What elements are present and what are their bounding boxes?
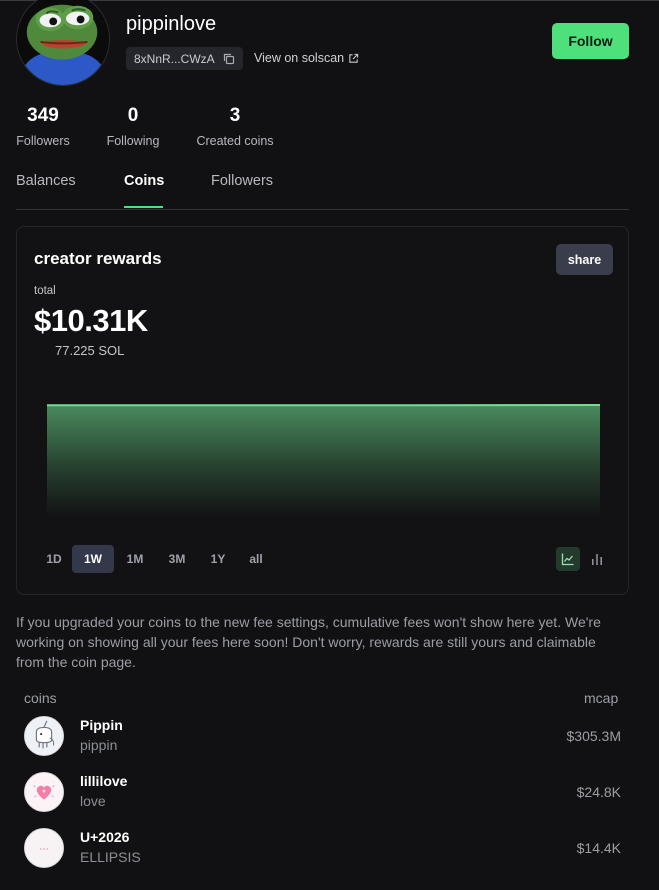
stat-following[interactable]: 0 Following [105, 105, 161, 148]
wallet-address-copy[interactable]: 8xNnR...CWzA [126, 47, 243, 70]
window-top-border [0, 0, 659, 1]
created-coins-label: Created coins [196, 134, 274, 148]
coin-mcap: $14.4K [576, 840, 621, 856]
range-1y-button[interactable]: 1Y [203, 545, 233, 573]
coin-row-pippin[interactable]: Pippin pippin $305.3M [16, 716, 629, 772]
coin-ticker: ELLIPSIS [80, 849, 141, 865]
line-chart-icon [561, 553, 574, 566]
bar-chart-icon [592, 554, 602, 565]
pippin-unicorn-icon [25, 717, 63, 755]
coin-avatar-pippin [24, 716, 64, 756]
external-link-icon [349, 53, 359, 63]
range-1d-button[interactable]: 1D [39, 545, 69, 573]
bar-chart-toggle[interactable] [585, 547, 609, 571]
wallet-address-text: 8xNnR...CWzA [134, 51, 215, 66]
line-chart-toggle[interactable] [556, 547, 580, 571]
coin-mcap: $305.3M [566, 728, 621, 744]
solscan-link-label: View on solscan [254, 51, 345, 65]
ellipsis-icon [25, 829, 63, 867]
profile-avatar [16, 0, 110, 86]
stat-followers[interactable]: 349 Followers [16, 105, 70, 148]
coin-mcap: $24.8K [576, 784, 621, 800]
coin-avatar-lillilove [24, 772, 64, 812]
coins-column-header: coins [24, 690, 57, 706]
tabs-divider [16, 209, 629, 210]
range-3m-button[interactable]: 3M [162, 545, 192, 573]
total-label: total [34, 285, 56, 297]
total-value: $10.31K [34, 303, 148, 338]
total-sol-value: 77.225 SOL [55, 343, 125, 358]
coin-avatar-u2026 [24, 828, 64, 868]
followers-label: Followers [16, 134, 70, 148]
fees-notice: If you upgraded your coins to the new fe… [16, 614, 601, 670]
heart-icon [25, 773, 63, 811]
tab-coins[interactable]: Coins [124, 173, 164, 189]
followers-count: 349 [27, 105, 59, 126]
profile-username: pippinlove [126, 13, 217, 35]
stat-created-coins[interactable]: 3 Created coins [195, 105, 275, 148]
range-all-button[interactable]: all [241, 545, 271, 573]
coin-name: lillilove [80, 773, 128, 789]
active-tab-indicator [124, 206, 163, 208]
chart-area-fill [47, 405, 600, 517]
creator-rewards-card: creator rewards share total $10.31K 77.2… [16, 226, 629, 595]
pepe-frog-avatar-image [17, 0, 109, 85]
coin-ticker: pippin [80, 737, 118, 753]
copy-icon[interactable] [223, 53, 235, 65]
coin-ticker: love [80, 793, 106, 809]
rewards-title: creator rewards [34, 249, 162, 268]
tab-balances[interactable]: Balances [16, 173, 76, 189]
created-coins-count: 3 [229, 105, 241, 126]
coin-name: U+2026 [80, 829, 130, 845]
coin-row-u2026[interactable]: U+2026 ELLIPSIS $14.4K [16, 828, 629, 884]
follow-button[interactable]: Follow [552, 23, 629, 59]
coin-name: Pippin [80, 717, 123, 733]
view-on-solscan-link[interactable]: View on solscan [254, 51, 359, 65]
mcap-column-header: mcap [584, 690, 619, 706]
rewards-area-chart[interactable] [47, 399, 600, 517]
tab-followers[interactable]: Followers [211, 173, 273, 189]
coin-row-lillilove[interactable]: lillilove love $24.8K [16, 772, 629, 828]
share-button[interactable]: share [556, 244, 613, 275]
range-1w-button[interactable]: 1W [72, 545, 114, 573]
following-label: Following [106, 134, 160, 148]
following-count: 0 [127, 105, 139, 126]
range-1m-button[interactable]: 1M [120, 545, 150, 573]
